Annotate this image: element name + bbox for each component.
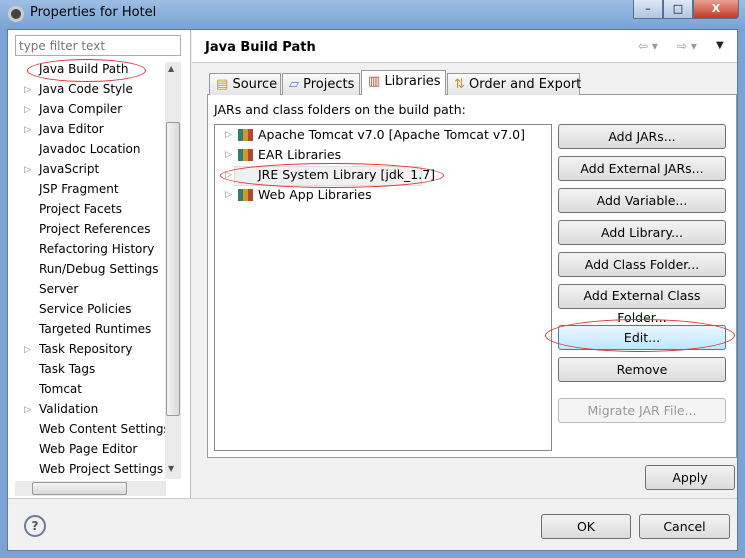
tab-source[interactable]: ▤ Source [209,73,281,95]
tab-projects[interactable]: ▱ Projects [282,73,360,95]
library-entry[interactable]: EAR Libraries [258,147,341,162]
add-library-button[interactable]: Add Library... [558,220,726,245]
expand-arrow-icon[interactable]: ▷ [24,405,31,415]
sidebar-item[interactable]: Targeted Runtimes [39,322,151,336]
sidebar-item[interactable]: JSP Fragment [39,182,119,196]
close-button[interactable]: X [693,0,739,19]
folder-icon: ▱ [289,77,299,92]
remove-button[interactable]: Remove [558,357,726,382]
sidebar-item[interactable]: Task Repository [39,342,133,356]
annotation-oval-edit [545,319,735,352]
page-title: Java Build Path [205,40,316,55]
annotation-oval-java-build-path [27,59,146,82]
expand-arrow-icon[interactable]: ▷ [24,345,31,355]
expand-arrow-icon[interactable]: ▷ [24,125,31,135]
forward-nav-button[interactable]: ⇨ ▾ [677,39,697,53]
expand-arrow-icon[interactable]: ▷ [24,165,31,175]
tab-libraries[interactable]: ▥ Libraries [361,70,446,95]
cancel-button[interactable]: Cancel [639,514,730,539]
add-external-jars-button[interactable]: Add External JARs... [558,156,726,181]
add-class-folder-button[interactable]: Add Class Folder... [558,252,726,277]
library-icon: ▥ [368,74,381,89]
library-entry[interactable]: Web App Libraries [258,187,372,202]
sidebar-item[interactable]: Java Editor [39,122,104,136]
scroll-up-arrow-icon[interactable]: ▲ [168,64,174,73]
migrate-jar-button: Migrate JAR File... [558,398,726,423]
expand-arrow-icon[interactable]: ▷ [24,105,31,115]
apply-button[interactable]: Apply [645,465,735,490]
sidebar-item[interactable]: Validation [39,402,98,416]
ok-button[interactable]: OK [541,514,631,539]
library-entry[interactable]: Apache Tomcat v7.0 [Apache Tomcat v7.0] [258,127,525,142]
window-title: Properties for Hotel [30,5,157,20]
expand-arrow-icon[interactable]: ▷ [225,130,232,140]
add-external-class-folder-button[interactable]: Add External Class Folder... [558,284,726,325]
sidebar-item[interactable]: Server [39,282,78,296]
sidebar-item[interactable]: Project Facets [39,202,122,216]
sidebar-hscroll-thumb[interactable] [32,482,127,495]
add-jars-button[interactable]: Add JARs... [558,124,726,149]
scroll-down-arrow-icon[interactable]: ▼ [168,464,174,473]
library-entry[interactable]: JRE System Library [jdk_1.7] [258,167,435,182]
libraries-caption: JARs and class folders on the build path… [214,102,466,117]
maximize-button[interactable]: □ [663,0,693,19]
sidebar-item[interactable]: Javadoc Location [39,142,140,156]
sidebar-item[interactable]: JavaScript [39,162,99,176]
filter-input[interactable] [15,35,181,56]
minimize-button[interactable]: – [633,0,663,19]
sidebar-item[interactable]: Project References [39,222,151,236]
library-icon [238,189,253,201]
back-nav-button[interactable]: ⇦ ▾ [638,39,658,53]
sidebar-item[interactable]: Web Project Settings [39,462,163,476]
eclipse-gear-icon [8,6,24,22]
tab-order-and-export[interactable]: ⇅ Order and Export [447,73,581,95]
sidebar-item[interactable]: Task Tags [39,362,95,376]
source-folder-icon: ▤ [216,77,229,92]
order-icon: ⇅ [454,77,465,92]
sidebar-item[interactable]: Run/Debug Settings [39,262,159,276]
library-icon [238,149,253,161]
expand-arrow-icon[interactable]: ▷ [225,190,232,200]
sidebar-item[interactable]: Web Page Editor [39,442,137,456]
sidebar-item[interactable]: Java Compiler [39,102,122,116]
expand-arrow-icon[interactable]: ▷ [225,150,232,160]
help-icon[interactable]: ? [24,515,46,537]
sidebar-item[interactable]: Tomcat [39,382,82,396]
view-menu-button[interactable]: ▼ [716,40,724,51]
sidebar-scroll-thumb[interactable] [166,122,180,416]
library-icon [238,129,253,141]
add-variable-button[interactable]: Add Variable... [558,188,726,213]
expand-arrow-icon[interactable]: ▷ [24,85,31,95]
sidebar-item[interactable]: Web Content Settings [39,422,170,436]
sidebar-item[interactable]: Service Policies [39,302,132,316]
sidebar-item[interactable]: Java Code Style [39,82,133,96]
sidebar-item[interactable]: Refactoring History [39,242,154,256]
